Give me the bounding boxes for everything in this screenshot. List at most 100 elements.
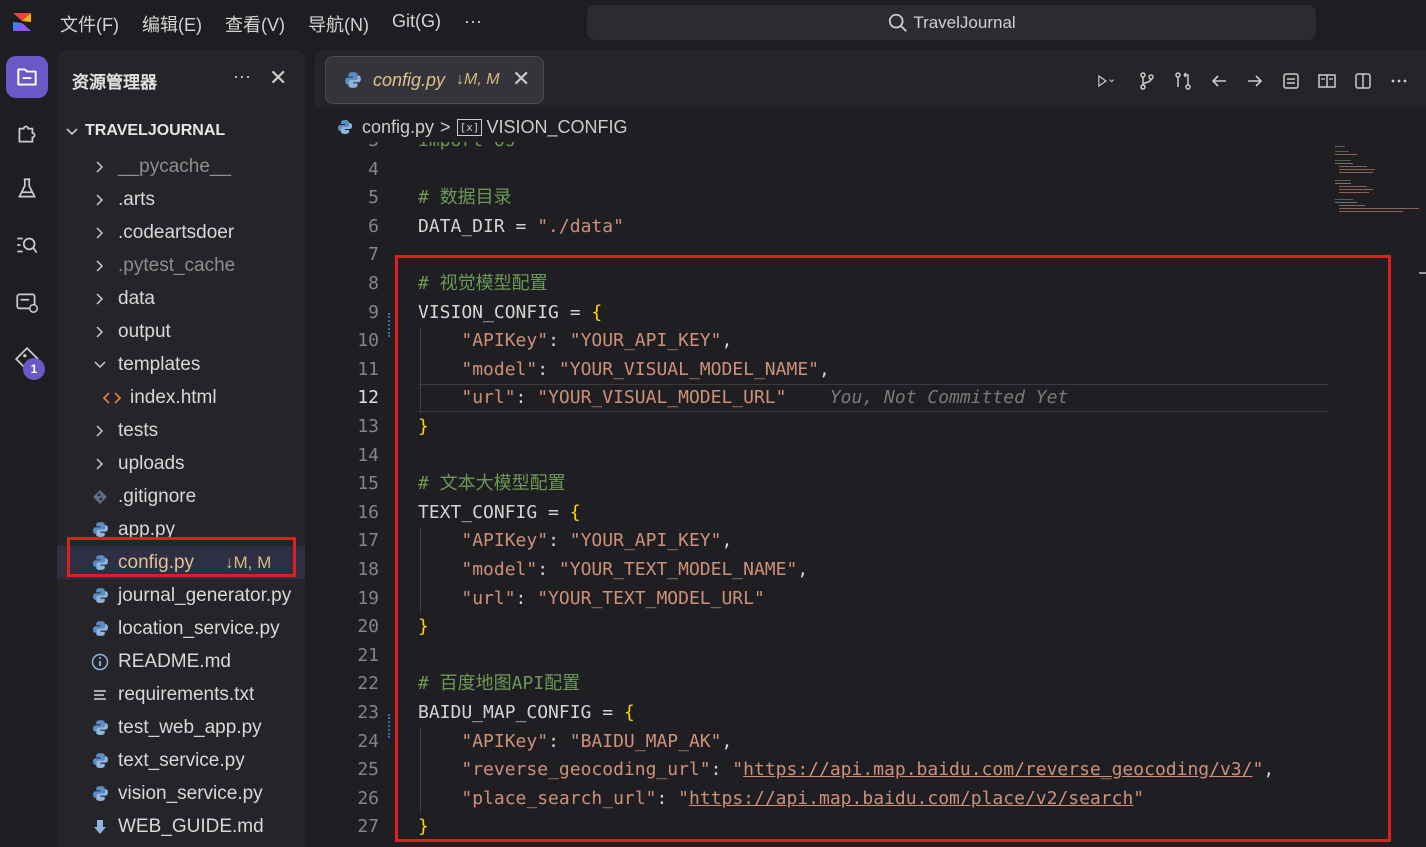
tab-config-py[interactable]: config.py ↓M, M ✕ (325, 56, 544, 104)
gutter-change-marker[interactable] (388, 713, 391, 738)
python-file-icon (91, 620, 109, 638)
editor-toolbar (1083, 68, 1417, 94)
menu-view[interactable]: 查看(V) (225, 11, 285, 37)
file-tree-item[interactable]: __pycache__ (57, 150, 305, 183)
file-tree-item[interactable]: output (57, 315, 305, 348)
preview-button[interactable] (1309, 68, 1345, 94)
line-number: 24 (357, 730, 379, 752)
play-dropdown-icon (1098, 74, 1115, 88)
python-file-icon (91, 719, 109, 737)
code-highlight-box (395, 255, 1391, 842)
explorer-header: 资源管理器 ··· ✕ (57, 50, 305, 110)
line-number: 26 (357, 787, 379, 809)
project-root[interactable]: TRAVELJOURNAL (57, 118, 305, 144)
tab-git-status: ↓M, M (456, 71, 500, 88)
file-tree-label: data (118, 287, 155, 309)
code-line[interactable]: 3 import os (315, 142, 1426, 156)
navigate-forward-button[interactable] (1237, 68, 1273, 94)
python-file-icon (91, 587, 109, 605)
line-number: 25 (357, 759, 379, 781)
file-tree-item[interactable]: vision_service.py (57, 777, 305, 810)
file-tree-item[interactable]: .arts (57, 183, 305, 216)
menu-git[interactable]: Git(G) (392, 11, 441, 37)
flask-icon (18, 178, 36, 198)
search-list-icon (17, 237, 38, 254)
file-tree-item[interactable]: requirements.txt (57, 678, 305, 711)
file-tree-label: text_service.py (118, 749, 245, 771)
line-number: 12 (357, 387, 379, 409)
menu-file[interactable]: 文件(F) (60, 11, 119, 37)
line-number: 11 (357, 358, 379, 380)
search-label: TravelJournal (913, 12, 1016, 32)
code-line[interactable]: 6 DATA_DIR = "./data" (315, 213, 1426, 242)
file-tree-item[interactable]: tests (57, 414, 305, 447)
file-tree-item[interactable]: templates (57, 348, 305, 381)
explorer-sidebar: 资源管理器 ··· ✕ TRAVELJOURNAL __pycache__ .ar… (57, 50, 305, 847)
file-tree-item[interactable]: text_service.py (57, 744, 305, 777)
line-number: 13 (357, 416, 379, 437)
file-tree-label: uploads (118, 452, 185, 474)
minimap[interactable] (1331, 142, 1421, 222)
file-tree-item[interactable]: .codeartsdoer (57, 216, 305, 249)
gutter-change-marker[interactable] (388, 313, 391, 338)
explorer-button[interactable] (6, 56, 48, 98)
menu-navigate[interactable]: 导航(N) (308, 11, 369, 37)
file-tree-label: __pycache__ (118, 155, 232, 177)
file-tree-label: .codeartsdoer (118, 221, 235, 243)
command-search-bar[interactable]: TravelJournal (587, 5, 1316, 40)
more-actions-button[interactable] (1381, 68, 1417, 94)
search-icon (889, 13, 908, 32)
source-control-badge: 1 (23, 358, 45, 380)
scrollbar-position-marker[interactable] (1419, 272, 1426, 274)
testing-button[interactable] (6, 168, 48, 210)
file-tree-item[interactable]: journal_generator.py (57, 579, 305, 612)
file-tree-item[interactable]: .gitignore (57, 480, 305, 513)
python-file-icon (91, 521, 109, 539)
chevron-right-icon (91, 224, 109, 242)
python-file-icon (91, 785, 109, 803)
list-icon (1283, 73, 1299, 89)
chevron-right-icon (91, 422, 109, 440)
explorer-close-button[interactable]: ✕ (269, 65, 287, 91)
run-button[interactable] (1083, 68, 1129, 94)
file-tree-item[interactable]: location_service.py (57, 612, 305, 645)
files-icon (17, 68, 37, 86)
extensions-button[interactable] (6, 112, 48, 154)
remote-button[interactable] (6, 282, 48, 324)
line-number: 16 (357, 501, 379, 523)
line-number: 5 (368, 187, 379, 209)
menu-edit[interactable]: 编辑(E) (142, 11, 202, 37)
code-area[interactable]: 3 import os 4 5 # 数据目录 6 DATA_DIR = "./data" 7 8… (315, 142, 1426, 847)
file-tree-item[interactable]: .pytest_cache (57, 249, 305, 282)
menu-more[interactable]: ··· (464, 11, 482, 37)
ellipsis-icon (1391, 79, 1407, 83)
split-editor-button[interactable] (1345, 68, 1381, 94)
file-tree-item[interactable]: index.html (57, 381, 305, 414)
file-tree-item[interactable]: test_web_app.py (57, 711, 305, 744)
markdown-arrow-icon (91, 818, 109, 836)
python-file-icon (338, 120, 352, 134)
compare-changes-button[interactable] (1165, 68, 1201, 94)
variable-icon: [x] (456, 118, 483, 136)
navigate-back-button[interactable] (1201, 68, 1237, 94)
file-tree-label: README.md (118, 650, 231, 672)
explorer-more-button[interactable]: ··· (233, 66, 251, 87)
tab-close-button[interactable]: ✕ (512, 66, 530, 92)
file-tree-item[interactable]: uploads (57, 447, 305, 480)
file-tree-label: index.html (130, 386, 217, 408)
activity-bar: 1 (0, 46, 54, 847)
breadcrumb-symbol[interactable]: VISION_CONFIG (486, 117, 627, 138)
git-branch-button[interactable] (1129, 68, 1165, 94)
file-tree-item[interactable]: data (57, 282, 305, 315)
chevron-right-icon (91, 323, 109, 341)
breadcrumb-file[interactable]: config.py (362, 117, 434, 138)
file-tree-label: .pytest_cache (118, 254, 236, 276)
html-file-icon (103, 389, 121, 407)
file-tree-item[interactable]: README.md (57, 645, 305, 678)
code-line[interactable]: 4 (315, 156, 1426, 185)
file-tree-item[interactable]: WEB_GUIDE.md (57, 810, 305, 843)
code-line[interactable]: 5 # 数据目录 (315, 184, 1426, 213)
outline-button[interactable] (1273, 68, 1309, 94)
monitor-icon (16, 293, 39, 313)
search-panel-button[interactable] (6, 224, 48, 266)
